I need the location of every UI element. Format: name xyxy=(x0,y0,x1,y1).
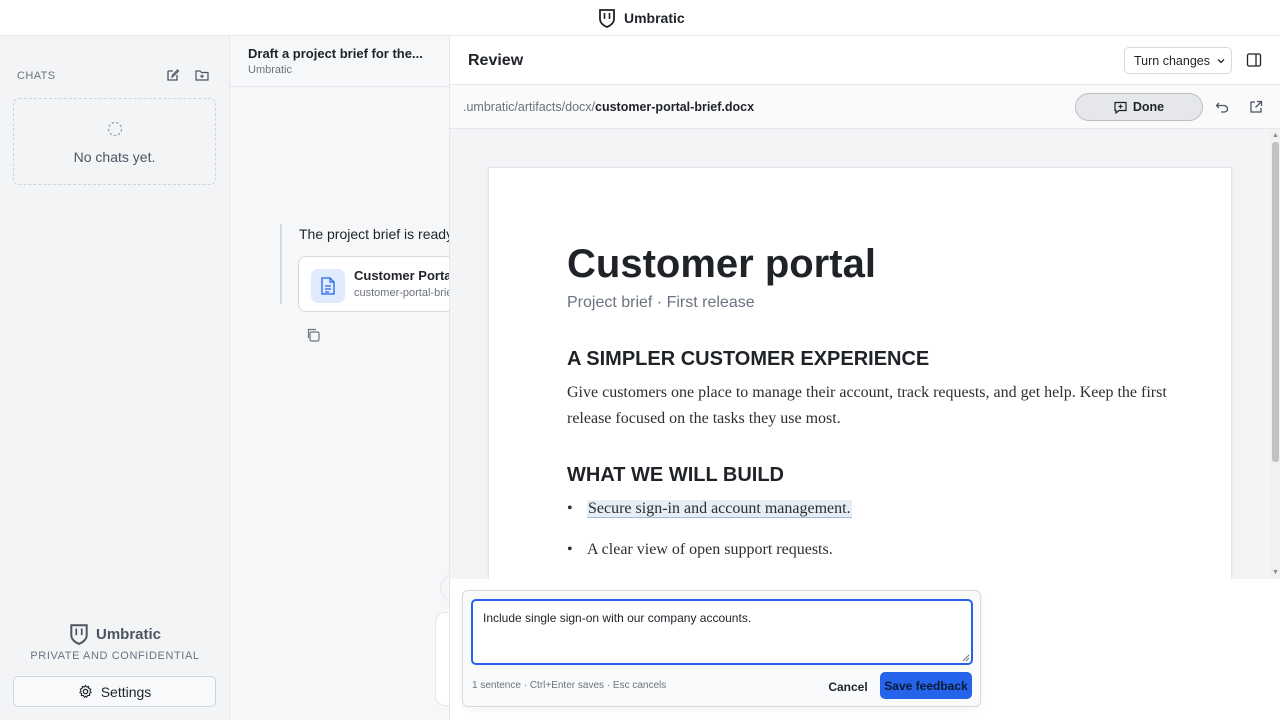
artifact-name: Customer Portal xyxy=(354,268,456,283)
undo-icon xyxy=(1215,102,1229,113)
external-link-icon xyxy=(1250,100,1263,113)
chat-subtitle: Umbratic xyxy=(248,64,293,76)
toggle-panel-button[interactable] xyxy=(1246,52,1262,68)
app-brand: Umbratic xyxy=(598,8,685,28)
document-page: Customer portal Project brief · First re… xyxy=(488,167,1232,579)
feedback-popover: Include single sign-on with our company … xyxy=(462,590,981,707)
bullet-item: • A clear view of open support requests. xyxy=(567,541,833,559)
bullet-item: • Secure sign-in and account management. xyxy=(567,500,852,518)
review-title: Review xyxy=(468,52,524,69)
assistant-message: The project brief is ready. xyxy=(299,226,456,242)
open-external-button[interactable] xyxy=(1249,100,1263,114)
top-bar: Umbratic xyxy=(0,0,1280,36)
sidebar-brand-tagline: PRIVATE AND CONFIDENTIAL xyxy=(30,650,200,662)
artifact-card[interactable]: Customer Portal customer-portal-brie xyxy=(298,256,468,312)
scrollbar-thumb[interactable] xyxy=(1272,142,1279,462)
shield-logo-icon xyxy=(599,9,615,28)
new-chat-button[interactable] xyxy=(166,68,182,84)
app-title: Umbratic xyxy=(624,10,685,26)
scroll-down-arrow[interactable]: ▼ xyxy=(1272,569,1279,576)
turn-changes-dropdown[interactable]: Turn changes xyxy=(1124,47,1232,74)
scroll-up-arrow[interactable]: ▲ xyxy=(1272,132,1279,139)
bullet-mark: • xyxy=(567,541,573,558)
sidebar-brand-name: Umbratic xyxy=(95,625,162,643)
sidebar: CHATS No chats yet. Umbratic PRIVATE AND… xyxy=(0,36,230,720)
review-header: Review Turn changes xyxy=(450,36,1280,85)
feedback-hint: 1 sentence · Ctrl+Enter saves · Esc canc… xyxy=(472,680,667,691)
cancel-button[interactable]: Cancel xyxy=(823,675,873,699)
file-path-bar: .umbratic/artifacts/docx/customer-portal… xyxy=(450,85,1280,129)
sidebar-panel-icon xyxy=(1246,53,1262,67)
chat-title: Draft a project brief for the... xyxy=(248,46,423,61)
file-path: .umbratic/artifacts/docx/customer-portal… xyxy=(463,100,754,114)
gear-icon xyxy=(78,684,92,699)
file-path-dir: .umbratic/artifacts/docx/ xyxy=(463,100,595,114)
folder-plus-icon xyxy=(195,70,209,81)
copy-icon xyxy=(307,328,320,342)
document-heading: A SIMPLER CUSTOMER EXPERIENCE xyxy=(567,348,930,370)
edit-icon xyxy=(167,69,180,81)
bullet-mark: • xyxy=(567,500,573,517)
chevron-down-icon xyxy=(1217,58,1225,63)
empty-chats-placeholder: No chats yet. xyxy=(13,98,216,185)
document-title: Customer portal xyxy=(567,242,876,286)
chat-header: Draft a project brief for the... Umbrati… xyxy=(230,36,450,87)
sidebar-brand: Umbratic PRIVATE AND CONFIDENTIAL xyxy=(0,623,230,662)
done-button[interactable]: Done xyxy=(1075,93,1203,121)
comment-plus-icon xyxy=(1114,101,1127,114)
document-heading: WHAT WE WILL BUILD xyxy=(567,464,784,486)
document-icon xyxy=(311,269,345,303)
chat-column: Draft a project brief for the... Umbrati… xyxy=(230,36,468,720)
copy-button[interactable] xyxy=(306,328,320,342)
highlighted-text[interactable]: Secure sign-in and account management. xyxy=(587,500,852,518)
shield-logo-icon xyxy=(70,624,88,645)
empty-chats-text: No chats yet. xyxy=(73,149,156,165)
resize-grip-icon[interactable] xyxy=(961,653,970,662)
undo-button[interactable] xyxy=(1215,100,1229,114)
message-divider xyxy=(280,224,282,304)
new-folder-button[interactable] xyxy=(195,68,211,84)
done-label: Done xyxy=(1132,100,1165,114)
bullet-text: A clear view of open support requests. xyxy=(587,541,833,558)
document-subtitle: Project brief · First release xyxy=(567,294,755,311)
save-feedback-button[interactable]: Save feedback xyxy=(880,672,972,699)
artifact-filename: customer-portal-brie xyxy=(354,287,453,299)
file-path-name: customer-portal-brief.docx xyxy=(595,100,755,114)
settings-label: Settings xyxy=(100,683,152,700)
settings-button[interactable]: Settings xyxy=(13,676,216,707)
document-viewport[interactable]: Customer portal Project brief · First re… xyxy=(450,129,1280,579)
loading-spinner-icon xyxy=(107,121,123,137)
feedback-input[interactable]: Include single sign-on with our company … xyxy=(471,599,973,665)
chats-heading: CHATS xyxy=(17,70,56,82)
document-paragraph: Give customers one place to manage their… xyxy=(567,384,1167,427)
turn-changes-label: Turn changes xyxy=(1134,53,1210,68)
